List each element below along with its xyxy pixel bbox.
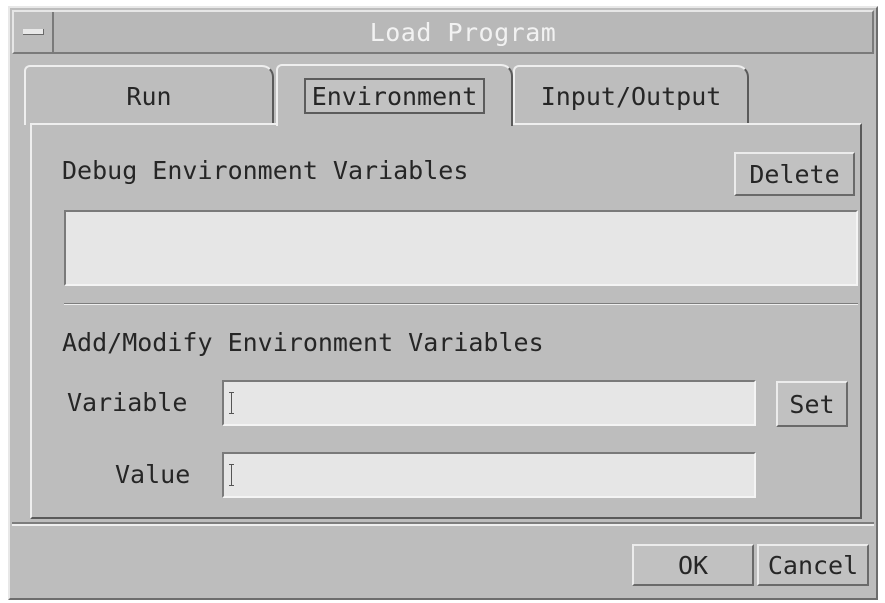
window-menu-button[interactable]: [14, 12, 54, 52]
cancel-button[interactable]: Cancel: [757, 544, 869, 586]
tab-run-label: Run: [126, 81, 172, 111]
tab-environment-label: Environment: [303, 78, 486, 114]
section-divider: [64, 303, 858, 305]
tab-input-output[interactable]: Input/Output: [513, 65, 749, 125]
debug-variables-list[interactable]: [64, 210, 858, 286]
window-menu-icon: [23, 29, 44, 35]
variable-input[interactable]: [222, 380, 756, 426]
environment-panel: Debug Environment Variables Delete Add/M…: [30, 123, 862, 519]
delete-button[interactable]: Delete: [734, 152, 855, 196]
variable-label: Variable: [67, 388, 188, 417]
text-cursor-icon: [229, 464, 234, 486]
set-button[interactable]: Set: [776, 381, 848, 427]
title-bar[interactable]: Load Program: [12, 10, 874, 54]
footer-divider: [12, 522, 874, 526]
tab-environment[interactable]: Environment: [276, 64, 513, 126]
text-cursor-icon: [229, 392, 234, 414]
modify-variables-heading: Add/Modify Environment Variables: [62, 328, 544, 357]
value-label: Value: [115, 460, 191, 489]
debug-variables-heading: Debug Environment Variables: [62, 156, 469, 185]
ok-button[interactable]: OK: [632, 544, 754, 586]
tab-run[interactable]: Run: [24, 65, 274, 125]
load-program-dialog: Load Program Run Environment Input/Outpu…: [8, 6, 878, 600]
tab-input-output-label: Input/Output: [540, 81, 722, 111]
window-title: Load Program: [369, 17, 557, 47]
value-input[interactable]: [222, 452, 756, 498]
